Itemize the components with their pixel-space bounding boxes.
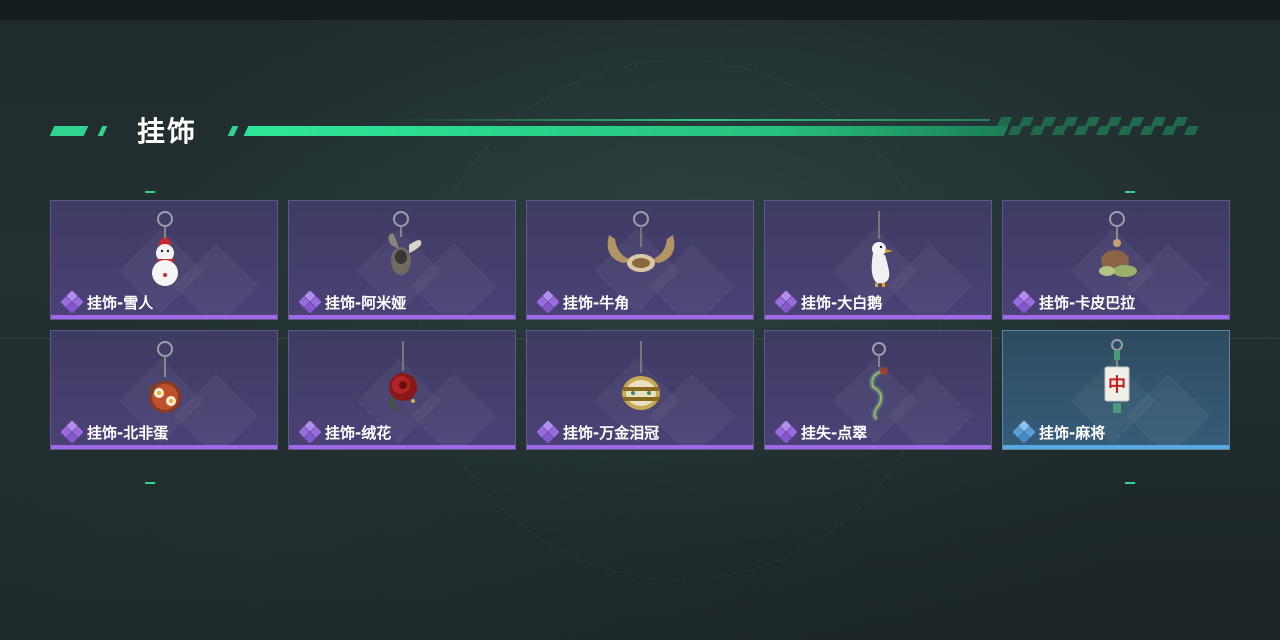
rarity-stripe xyxy=(289,445,515,449)
item-name: 挂饰-牛角 xyxy=(563,293,630,312)
item-label: 挂饰-卡皮巴拉 xyxy=(1013,291,1135,313)
item-name: 挂饰-阿米娅 xyxy=(325,293,407,312)
rabbit-charm-icon xyxy=(388,211,422,275)
rarity-diamond-icon xyxy=(775,291,797,313)
corner-tick xyxy=(1125,191,1135,193)
corner-tick xyxy=(145,191,155,193)
item-card[interactable]: 挂饰-大白鹅 xyxy=(764,200,992,320)
header-bar xyxy=(243,126,1009,136)
rose-charm-icon xyxy=(389,341,417,411)
item-name: 挂饰-北非蛋 xyxy=(87,423,169,442)
header-dash-small xyxy=(97,126,108,136)
item-label: 挂失-点翠 xyxy=(775,421,867,443)
mahjong-tile-char: 中 xyxy=(1108,374,1126,396)
item-card[interactable]: 挂饰-阿米娅 xyxy=(288,200,516,320)
rarity-stripe xyxy=(51,445,277,449)
header-checker-pattern xyxy=(995,117,1205,137)
corner-tick xyxy=(1125,482,1135,484)
goose-charm-icon xyxy=(871,211,893,287)
rarity-diamond-icon xyxy=(1013,291,1035,313)
item-label: 挂饰-绒花 xyxy=(299,421,391,443)
header-dash xyxy=(49,126,89,136)
horns-charm-icon xyxy=(607,211,675,272)
item-card[interactable]: 挂饰-绒花 xyxy=(288,330,516,450)
item-card[interactable]: 挂饰-北非蛋 xyxy=(50,330,278,450)
top-band xyxy=(0,0,1280,20)
item-label: 挂饰-麻将 xyxy=(1013,421,1105,443)
rarity-diamond-icon xyxy=(1013,421,1035,443)
rarity-stripe xyxy=(765,315,991,319)
item-name: 挂饰-雪人 xyxy=(87,293,154,312)
corner-tick xyxy=(145,482,155,484)
item-name: 挂失-点翠 xyxy=(801,423,868,442)
item-label: 挂饰-牛角 xyxy=(537,291,629,313)
rarity-diamond-icon xyxy=(537,421,559,443)
item-card[interactable]: 挂饰-雪人 xyxy=(50,200,278,320)
rarity-diamond-icon xyxy=(775,421,797,443)
item-name: 挂饰-绒花 xyxy=(325,423,392,442)
item-name: 挂饰-卡皮巴拉 xyxy=(1039,293,1136,312)
item-card[interactable]: 挂失-点翠 xyxy=(764,330,992,450)
item-label: 挂饰-雪人 xyxy=(61,291,153,313)
capybara-charm-icon xyxy=(1099,211,1137,277)
snowman-charm-icon xyxy=(152,211,178,286)
rarity-diamond-icon xyxy=(61,291,83,313)
item-name: 挂饰-万金泪冠 xyxy=(563,423,660,442)
rarity-diamond-icon xyxy=(61,421,83,443)
item-card[interactable]: 挂饰-卡皮巴拉 xyxy=(1002,200,1230,320)
crown-charm-icon xyxy=(622,341,660,410)
shakshuka-charm-icon xyxy=(147,341,181,413)
item-name: 挂饰-大白鹅 xyxy=(801,293,883,312)
rarity-diamond-icon xyxy=(299,421,321,443)
rarity-diamond-icon xyxy=(299,291,321,313)
rarity-stripe xyxy=(1003,445,1229,449)
rarity-stripe xyxy=(289,315,515,319)
item-label: 挂饰-北非蛋 xyxy=(61,421,168,443)
rarity-stripe xyxy=(527,445,753,449)
mahjong-tile-charm-icon: 中 xyxy=(1104,339,1130,413)
item-card[interactable]: 挂饰-万金泪冠 xyxy=(526,330,754,450)
dragon-charm-icon xyxy=(869,342,888,422)
header-dash-small xyxy=(227,126,239,136)
rarity-stripe xyxy=(51,315,277,319)
header-thin-line xyxy=(400,119,990,121)
item-label: 挂饰-万金泪冠 xyxy=(537,421,659,443)
item-label: 挂饰-大白鹅 xyxy=(775,291,882,313)
rarity-stripe xyxy=(765,445,991,449)
rarity-stripe xyxy=(1003,315,1229,319)
item-card[interactable]: 挂饰-牛角 xyxy=(526,200,754,320)
item-name: 挂饰-麻将 xyxy=(1039,423,1106,442)
section-title: 挂饰 xyxy=(137,115,198,148)
background-circle xyxy=(420,60,940,580)
item-card[interactable]: 中 挂饰-麻将 xyxy=(1002,330,1230,450)
rarity-diamond-icon xyxy=(537,291,559,313)
item-label: 挂饰-阿米娅 xyxy=(299,291,406,313)
rarity-stripe xyxy=(527,315,753,319)
